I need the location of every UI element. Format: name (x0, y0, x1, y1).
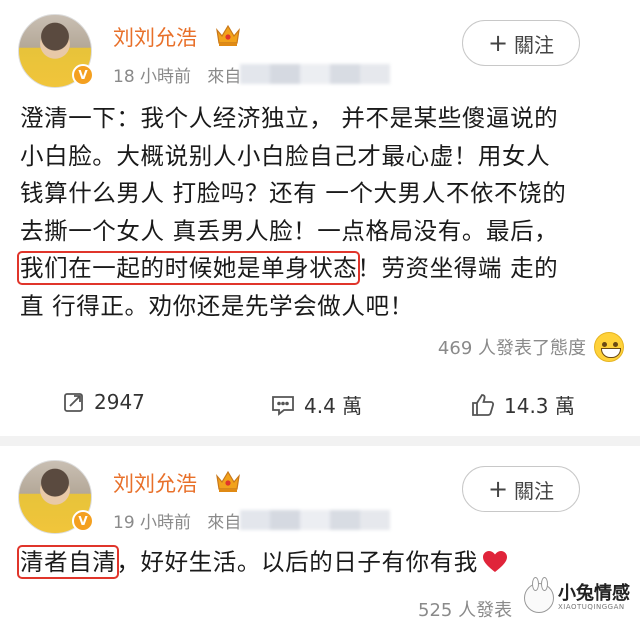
reactions-summary[interactable]: 469 人發表了態度 (438, 332, 624, 362)
post-text-fragment: ，好好生活。以后的日子有你有我 (116, 548, 478, 576)
like-icon (472, 393, 495, 416)
watermark: 小兔情感 XIAOTUQINGGAN (524, 577, 630, 613)
comment-icon (272, 395, 294, 416)
author-name[interactable]: 刘刘允浩 (113, 468, 197, 498)
follow-label: 關注 (514, 478, 555, 503)
post-meta: 18 小時前 來自 (113, 62, 241, 87)
rabbit-logo-icon (524, 577, 554, 613)
reactions-count: 525 人發表 (418, 600, 513, 621)
blurred-source (240, 64, 390, 84)
post-text-line: 澄清一下：我个人经济独立， 并不是某些傻逼说的 (20, 104, 559, 132)
smile-emoji-icon (594, 332, 624, 362)
like-count: 14.3 萬 (504, 394, 575, 418)
watermark-subtitle: XIAOTUQINGGAN (558, 603, 625, 611)
post-time: 18 小時前 (113, 67, 192, 87)
comment-count: 4.4 萬 (304, 394, 363, 418)
plus-icon: + (487, 475, 509, 503)
author-name[interactable]: 刘刘允浩 (113, 22, 197, 52)
repost-count: 2947 (94, 390, 145, 414)
action-bar: 2947 4.4 萬 14.3 萬 (0, 390, 640, 430)
crown-icon (216, 470, 240, 492)
post-text: 清者自清，好好生活。以后的日子有你有我 (16, 544, 624, 582)
post-text-line: 直 行得正。劝你还是先学会做人吧！ (20, 291, 414, 320)
blurred-source (240, 510, 390, 530)
reactions-summary[interactable]: 525 人發表 (418, 596, 512, 622)
follow-button[interactable]: + 關注 (462, 20, 580, 66)
follow-label: 關注 (514, 32, 555, 57)
crown-icon (216, 24, 240, 46)
source-prefix: 來自 (207, 67, 242, 87)
source-prefix: 來自 (207, 513, 242, 533)
watermark-title: 小兔情感 (558, 583, 630, 604)
follow-button[interactable]: + 關注 (462, 466, 580, 512)
post-meta: 19 小時前 來自 (113, 508, 241, 533)
comment-button[interactable]: 4.4 萬 (270, 390, 362, 419)
like-button[interactable]: 14.3 萬 (470, 390, 575, 419)
repost-button[interactable]: 2947 (62, 390, 145, 414)
post-text-line: 钱算什么男人 打脸吗？还有 一个大男人不依不饶的 (20, 179, 567, 207)
verified-badge-icon: V (72, 510, 94, 532)
post-text: 澄清一下：我个人经济独立， 并不是某些傻逼说的 小白脸。大概说别人小白脸自己才最… (16, 100, 624, 325)
heart-icon (482, 551, 507, 572)
post-time: 19 小時前 (113, 513, 192, 533)
verified-badge-icon: V (72, 64, 94, 86)
reactions-count: 469 人發表了態度 (437, 338, 586, 359)
highlighted-phrase: 清者自清 (16, 545, 120, 579)
post-text-line: 我们在一起的时候她是单身状态！劳资坐得端 走的 (16, 250, 624, 288)
highlighted-phrase: 我们在一起的时候她是单身状态 (16, 251, 361, 285)
post-text-fragment: ！劳资坐得端 走的 (357, 254, 559, 282)
weibo-post-1: V 刘刘允浩 18 小時前 來自 + 關注 澄清一下：我个人经济独立， 并不是某… (0, 0, 640, 436)
post-text-line: 清者自清，好好生活。以后的日子有你有我 (16, 544, 624, 582)
post-divider (0, 436, 640, 446)
plus-icon: + (487, 29, 509, 57)
repost-icon (64, 393, 83, 412)
post-text-line: 去撕一个女人 真丢男人脸！一点格局没有。最后， (20, 216, 559, 245)
post-text-line: 小白脸。大概说别人小白脸自己才最心虚！用女人 (20, 141, 551, 170)
